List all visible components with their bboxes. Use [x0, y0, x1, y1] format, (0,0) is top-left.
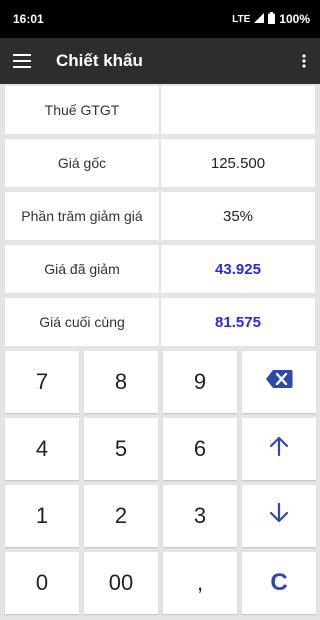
key-5[interactable]: 5: [84, 418, 158, 480]
key-2[interactable]: 2: [84, 485, 158, 547]
backspace-button[interactable]: [242, 351, 316, 413]
move-up-button[interactable]: [242, 418, 316, 480]
more-options-icon[interactable]: [288, 38, 320, 84]
final-price-value: 81.575: [161, 298, 315, 346]
move-down-button[interactable]: [242, 485, 316, 547]
key-3[interactable]: 3: [163, 485, 237, 547]
keypad: 7 8 9 4 5 6 1 2 3 0 00 , C: [5, 351, 316, 615]
battery-icon: [268, 11, 276, 27]
app-bar: Chiết khấu: [0, 38, 320, 84]
discount-percent-label: Phần trăm giảm giá: [5, 192, 159, 240]
original-price-field[interactable]: 125.500: [161, 139, 315, 187]
arrow-down-icon: [268, 502, 290, 530]
key-comma[interactable]: ,: [163, 552, 237, 614]
key-1[interactable]: 1: [5, 485, 79, 547]
row-vat: Thuế GTGT: [5, 86, 315, 134]
final-price-label: Giá cuối cùng: [5, 298, 159, 346]
key-6[interactable]: 6: [163, 418, 237, 480]
row-final-price: Giá cuối cùng 81.575: [5, 298, 315, 346]
status-icons: LTE 100%: [232, 11, 310, 27]
key-7[interactable]: 7: [5, 351, 79, 413]
arrow-up-icon: [268, 435, 290, 463]
discount-percent-field[interactable]: 35%: [161, 192, 315, 240]
row-discounted-amount: Giá đã giảm 43.925: [5, 245, 315, 293]
row-original-price: Giá gốc 125.500: [5, 139, 315, 187]
backspace-icon: [265, 369, 293, 395]
discounted-amount-label: Giá đã giảm: [5, 245, 159, 293]
status-bar: 16:01 LTE 100%: [0, 0, 320, 38]
page-title: Chiết khấu: [56, 51, 143, 70]
clear-button[interactable]: C: [242, 552, 316, 614]
vat-field[interactable]: [161, 86, 315, 134]
discounted-amount-value: 43.925: [161, 245, 315, 293]
key-00[interactable]: 00: [84, 552, 158, 614]
signal-icon: [254, 12, 265, 26]
status-time: 16:01: [13, 12, 44, 26]
menu-icon[interactable]: [0, 38, 44, 84]
network-type: LTE: [232, 13, 251, 25]
key-4[interactable]: 4: [5, 418, 79, 480]
key-8[interactable]: 8: [84, 351, 158, 413]
row-discount-percent: Phần trăm giảm giá 35%: [5, 192, 315, 240]
battery-percent: 100%: [279, 12, 310, 26]
key-0[interactable]: 0: [5, 552, 79, 614]
original-price-label: Giá gốc: [5, 139, 159, 187]
vat-label: Thuế GTGT: [5, 86, 159, 134]
key-9[interactable]: 9: [163, 351, 237, 413]
